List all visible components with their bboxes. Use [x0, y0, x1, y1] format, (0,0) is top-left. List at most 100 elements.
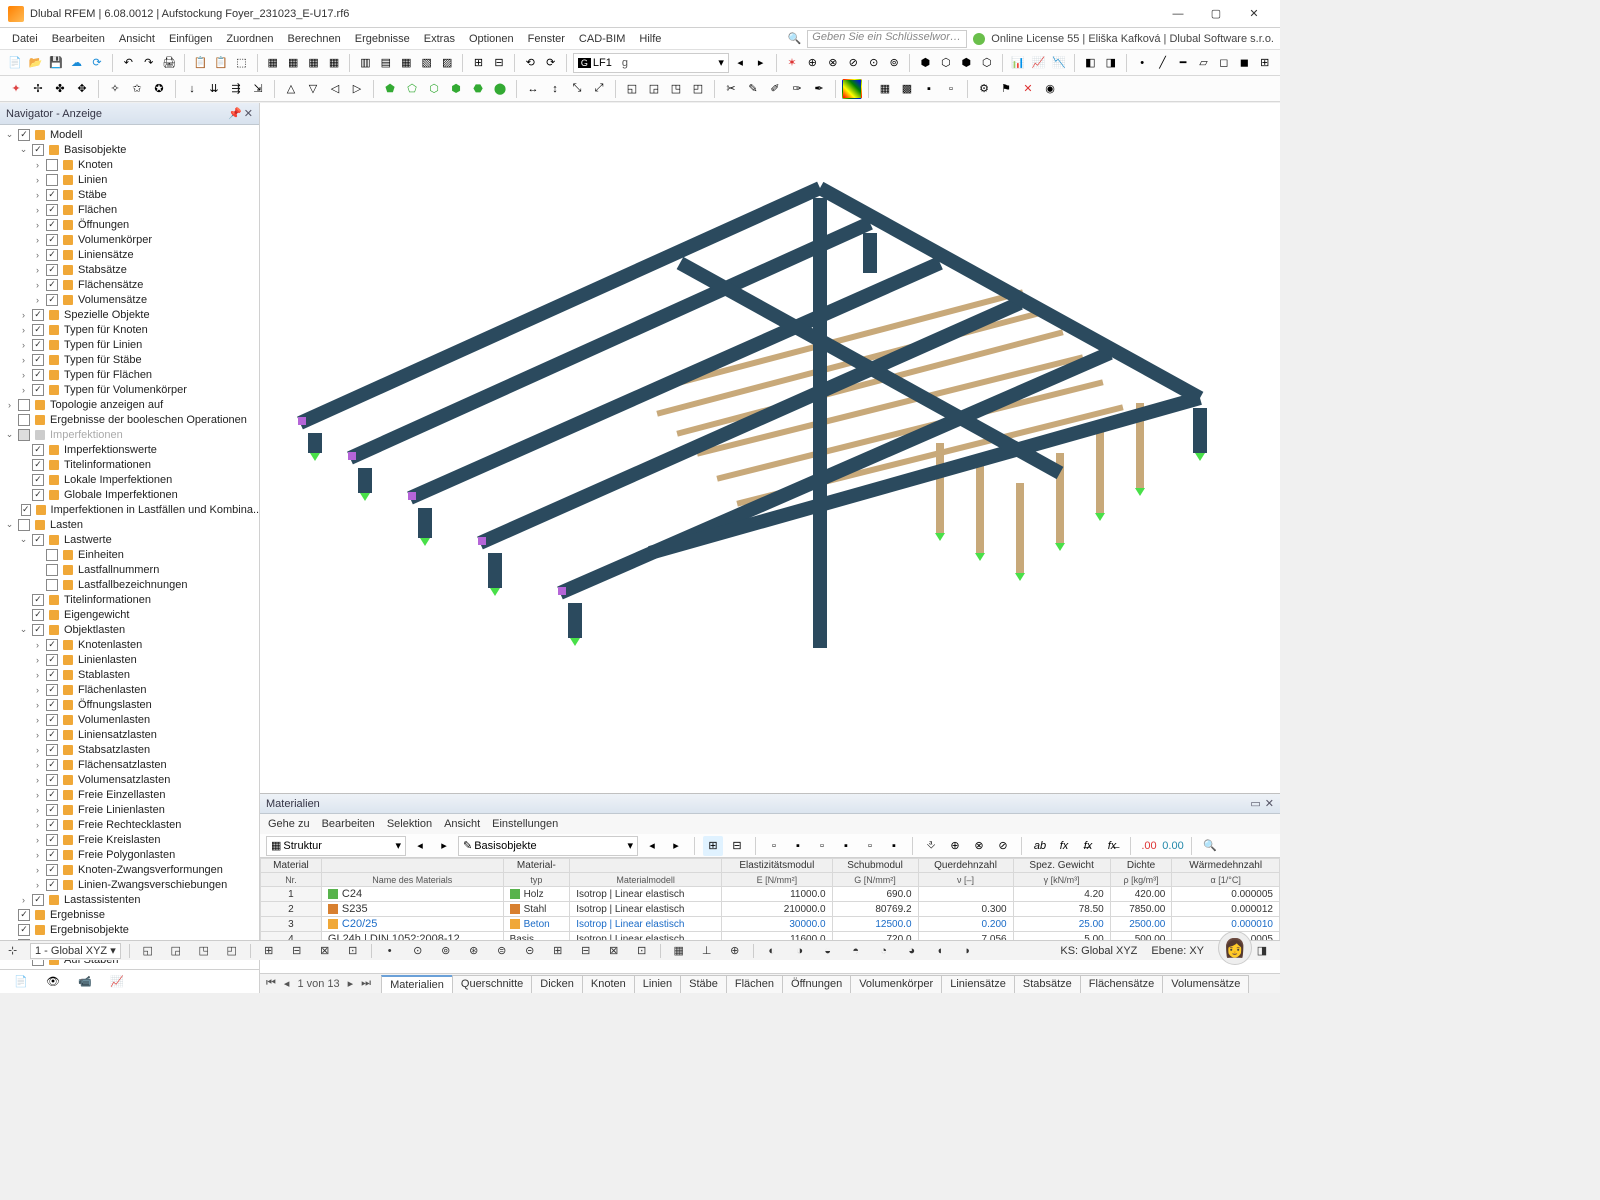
mat-menu-select[interactable]: Selektion — [387, 818, 432, 830]
tree-item[interactable]: ›Liniensätze — [0, 247, 259, 262]
checkbox[interactable] — [46, 879, 58, 891]
sb-snap8[interactable]: ⊟ — [576, 941, 596, 961]
tb-line[interactable]: ╱ — [1153, 53, 1171, 73]
tb2-dim3[interactable]: ⤡ — [567, 79, 587, 99]
expand-icon[interactable]: › — [32, 670, 43, 680]
tb-view3[interactable]: ▦ — [304, 53, 322, 73]
sb-v3[interactable]: ◒ — [818, 941, 838, 961]
checkbox[interactable] — [46, 774, 58, 786]
expand-icon[interactable]: › — [32, 760, 43, 770]
tb2-support2[interactable]: ▽ — [303, 79, 323, 99]
tb2-dim4[interactable]: ⤢ — [589, 79, 609, 99]
expand-icon[interactable]: › — [32, 730, 43, 740]
expand-icon[interactable]: › — [32, 835, 43, 845]
mat-tb-prev2[interactable]: ◂ — [642, 836, 662, 856]
expand-icon[interactable]: › — [32, 880, 43, 890]
sb-v4[interactable]: ◓ — [846, 941, 866, 961]
menu-bearbeiten[interactable]: Bearbeiten — [46, 31, 111, 47]
checkbox[interactable] — [18, 519, 30, 531]
tb2-misc4[interactable]: ◉ — [1040, 79, 1060, 99]
checkbox[interactable] — [18, 414, 30, 426]
table-tab[interactable]: Flächensätze — [1080, 975, 1163, 993]
coordinate-system-selector[interactable]: 1 - Global XYZ ▾ — [30, 943, 121, 959]
sb-snap4[interactable]: ⊛ — [464, 941, 484, 961]
expand-icon[interactable]: › — [32, 820, 43, 830]
mat-menu-settings[interactable]: Einstellungen — [492, 818, 558, 830]
expand-icon[interactable]: ⌄ — [18, 534, 29, 545]
tree-item[interactable]: ›Stabsätze — [0, 262, 259, 277]
checkbox[interactable] — [18, 909, 30, 921]
sb-6[interactable]: ⊟ — [287, 941, 307, 961]
checkbox[interactable] — [32, 609, 44, 621]
menu-extras[interactable]: Extras — [418, 31, 461, 47]
checkbox[interactable] — [32, 534, 44, 546]
sb-v2[interactable]: ◑ — [790, 941, 810, 961]
tb2-support1[interactable]: △ — [281, 79, 301, 99]
menu-zuordnen[interactable]: Zuordnen — [220, 31, 279, 47]
checkbox[interactable] — [32, 324, 44, 336]
tb-calc3[interactable]: ⬢ — [957, 53, 975, 73]
checkbox[interactable] — [32, 309, 44, 321]
user-avatar[interactable]: 👩 — [1218, 931, 1252, 965]
mat-tb-prev[interactable]: ◂ — [410, 836, 430, 856]
tb-res1[interactable]: 📊 — [1009, 53, 1027, 73]
tb2-mesh3[interactable]: ▪ — [919, 79, 939, 99]
tb2-edit4[interactable]: ✑ — [787, 79, 807, 99]
material-row[interactable]: 2S235StahlIsotrop | Linear elastisch2100… — [261, 902, 1280, 917]
expand-icon[interactable]: › — [32, 790, 43, 800]
table-tab[interactable]: Dicken — [531, 975, 583, 993]
tb-grid3[interactable]: ▦ — [397, 53, 415, 73]
checkbox[interactable] — [46, 744, 58, 756]
tb-save[interactable]: 💾 — [47, 53, 65, 73]
tb-calc2[interactable]: ⬡ — [937, 53, 955, 73]
expand-icon[interactable]: › — [32, 700, 43, 710]
mat-tb-j[interactable]: ⊘ — [993, 836, 1013, 856]
mat-tb-filter1[interactable]: ⊞ — [703, 836, 723, 856]
sb-right2[interactable]: ◨ — [1252, 941, 1272, 961]
nav-tab-views-icon[interactable]: 📹 — [78, 975, 92, 989]
expand-icon[interactable]: ⌄ — [18, 624, 29, 635]
checkbox[interactable] — [46, 789, 58, 801]
tree-item[interactable]: ›Linien — [0, 172, 259, 187]
expand-icon[interactable]: › — [18, 355, 29, 365]
checkbox[interactable] — [46, 834, 58, 846]
tree-item[interactable]: ›Freie Rechtecklasten — [0, 817, 259, 832]
sb-v5[interactable]: ◔ — [874, 941, 894, 961]
checkbox[interactable] — [46, 684, 58, 696]
tb2-m6[interactable]: ⬤ — [490, 79, 510, 99]
checkbox[interactable] — [46, 249, 58, 261]
tb2-iso3[interactable]: ◳ — [666, 79, 686, 99]
tb-lc-prev[interactable]: ◂ — [731, 53, 749, 73]
tree-item[interactable]: Eigengewicht — [0, 607, 259, 622]
expand-icon[interactable]: › — [32, 280, 43, 290]
menu-cad-bim[interactable]: CAD-BIM — [573, 31, 631, 47]
tree-item[interactable]: ›Volumensatzlasten — [0, 772, 259, 787]
tb-paste[interactable]: 📋 — [212, 53, 230, 73]
tb2-4[interactable]: ✥ — [72, 79, 92, 99]
mat-tb-i[interactable]: ⊗ — [969, 836, 989, 856]
tb2-support3[interactable]: ◁ — [325, 79, 345, 99]
tree-item[interactable]: ›Stabsatzlasten — [0, 742, 259, 757]
checkbox[interactable] — [46, 729, 58, 741]
tree-item[interactable]: ›Knotenlasten — [0, 637, 259, 652]
tb2-edit3[interactable]: ✐ — [765, 79, 785, 99]
mat-tb-next[interactable]: ▸ — [434, 836, 454, 856]
tb-open[interactable]: 📂 — [26, 53, 44, 73]
sb-7[interactable]: ⊠ — [315, 941, 335, 961]
tb2-m2[interactable]: ⬠ — [402, 79, 422, 99]
tree-item[interactable]: Titelinformationen — [0, 592, 259, 607]
sb-5[interactable]: ⊞ — [259, 941, 279, 961]
tb2-edit5[interactable]: ✒ — [809, 79, 829, 99]
sb-snap5[interactable]: ⊜ — [492, 941, 512, 961]
expand-icon[interactable]: › — [32, 250, 43, 260]
tb2-mesh1[interactable]: ▦ — [875, 79, 895, 99]
tb2-misc2[interactable]: ⚑ — [996, 79, 1016, 99]
window-close[interactable]: ✕ — [1236, 3, 1272, 25]
tree-item[interactable]: ›Flächenlasten — [0, 682, 259, 697]
materials-pager[interactable]: ⏮◂1 von 13▸⏭ — [264, 977, 373, 990]
mat-tb-dec[interactable]: .00 — [1139, 836, 1159, 856]
tree-item[interactable]: Lastfallnummern — [0, 562, 259, 577]
table-tab[interactable]: Liniensätze — [941, 975, 1015, 993]
tree-item[interactable]: ›Freie Einzellasten — [0, 787, 259, 802]
tree-item[interactable]: ›Volumenkörper — [0, 232, 259, 247]
